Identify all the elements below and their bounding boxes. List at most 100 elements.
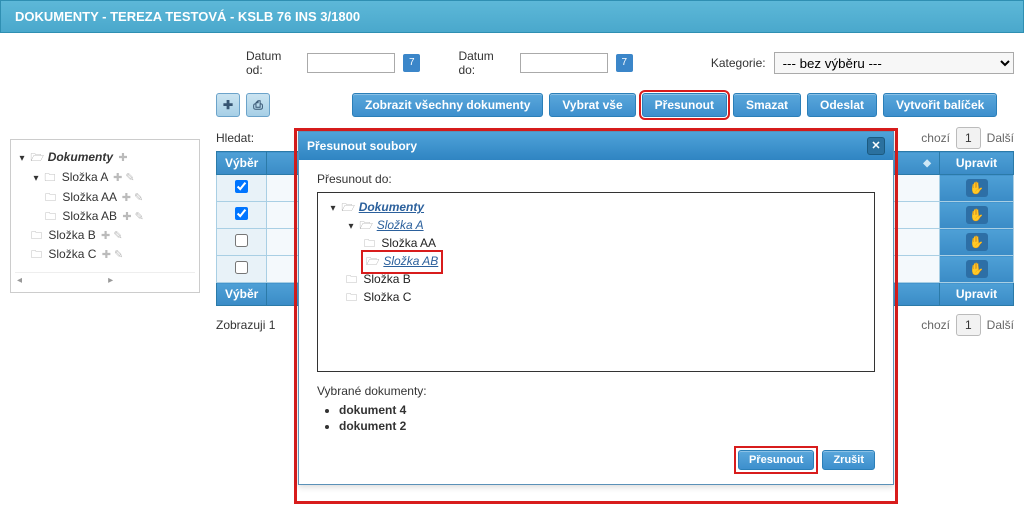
result-status: Zobrazuji 1	[216, 318, 275, 332]
chevron-down-icon[interactable]: ▾	[346, 218, 356, 235]
folder-open-icon: 🗁	[30, 149, 44, 167]
selected-doc-item: dokument 4	[339, 402, 875, 418]
dest-node-label[interactable]: Složka B	[363, 272, 410, 286]
filter-bar: Datum od: 7 Datum do: 7 Kategorie: --- b…	[216, 39, 1014, 91]
add-button[interactable]: ✚	[216, 93, 240, 117]
window-title: DOKUMENTY - TEREZA TESTOVÁ - KSLB 76 INS…	[15, 9, 360, 24]
col-vyber-header[interactable]: Výběr	[217, 152, 267, 175]
destination-label: Přesunout do:	[317, 172, 875, 186]
dialog-titlebar[interactable]: Přesunout soubory ✕	[299, 132, 893, 160]
chevron-down-icon[interactable]: ▾	[31, 170, 41, 188]
window-titlebar: DOKUMENTY - TEREZA TESTOVÁ - KSLB 76 INS…	[0, 0, 1024, 33]
toolbar: ✚ ⎙ Zobrazit všechny dokumenty Vybrat vš…	[216, 91, 1014, 127]
folder-icon: 🗀	[346, 272, 360, 289]
tree-node-root[interactable]: ▾ 🗁 Dokumenty ✚ ▾ 🗀 Složka A ✚ ✎ 🗀	[17, 148, 195, 264]
dest-node-a[interactable]: ▾ 🗁 Složka A 🗀 Složka AA 🗁	[346, 217, 866, 271]
pager-next[interactable]: Další	[987, 131, 1014, 145]
dest-node-aa[interactable]: 🗀 Složka AA	[364, 235, 866, 253]
destination-tree[interactable]: ▾ 🗁 Dokumenty ▾ 🗁 Složka A 🗀 Složka AA	[317, 192, 875, 372]
kategorie-select[interactable]: --- bez výběru ---	[774, 52, 1014, 74]
dest-node-root[interactable]: ▾ 🗁 Dokumenty ▾ 🗁 Složka A 🗀 Složka AA	[328, 199, 866, 307]
chevron-down-icon[interactable]: ▾	[328, 200, 338, 217]
tree-node-ab[interactable]: 🗀 Složka AB ✚ ✎	[45, 207, 195, 226]
tree-node-actions[interactable]: ✚ ✎	[122, 192, 144, 204]
folder-icon: 🗀	[44, 169, 58, 187]
send-button[interactable]: Odeslat	[807, 93, 877, 117]
tree-node-aa[interactable]: 🗀 Složka AA ✚ ✎	[45, 188, 195, 207]
dest-node-label[interactable]: Složka C	[363, 290, 411, 304]
folder-icon: 🗀	[31, 227, 45, 245]
folder-icon: 🗀	[364, 236, 378, 253]
dialog-footer: Přesunout Zrušit	[317, 450, 875, 470]
dest-node-label[interactable]: Složka A	[377, 218, 424, 232]
tree-node-actions[interactable]: ✚ ✎	[101, 230, 123, 242]
folder-icon: 🗀	[45, 208, 59, 226]
col-upravit-header[interactable]: Upravit	[940, 152, 1014, 175]
show-all-button[interactable]: Zobrazit všechny dokumenty	[352, 93, 543, 117]
upload-button[interactable]: ⎙	[246, 93, 270, 117]
folder-tree-sidebar: ▾ 🗁 Dokumenty ✚ ▾ 🗀 Složka A ✚ ✎ 🗀	[10, 139, 200, 293]
dialog-ok-button[interactable]: Přesunout	[738, 450, 814, 470]
pager-prev[interactable]: chozí	[921, 318, 950, 332]
dest-root-label[interactable]: Dokumenty	[359, 200, 424, 214]
pager-page-number[interactable]: 1	[956, 127, 981, 149]
calendar-icon[interactable]: 7	[403, 54, 420, 72]
tree-node-actions[interactable]: ✚	[118, 152, 127, 164]
tree-node-actions[interactable]: ✚ ✎	[102, 249, 124, 261]
selected-docs-list: dokument 4 dokument 2	[317, 398, 875, 434]
col-vyber-footer[interactable]: Výběr	[217, 283, 267, 306]
tree-node-b[interactable]: 🗀 Složka B ✚ ✎	[31, 226, 195, 245]
selected-docs-label: Vybrané dokumenty:	[317, 384, 875, 398]
pager-page-number[interactable]: 1	[956, 314, 981, 336]
sort-icon[interactable]: ◆	[923, 158, 931, 169]
dest-node-label[interactable]: Složka AA	[381, 236, 436, 250]
date-from-label: Datum od:	[246, 49, 299, 77]
selected-doc-item: dokument 2	[339, 418, 875, 434]
calendar-icon[interactable]: 7	[616, 54, 633, 72]
move-button[interactable]: Přesunout	[642, 93, 727, 117]
folder-open-icon: 🗁	[366, 254, 380, 271]
kategorie-label: Kategorie:	[711, 56, 766, 70]
date-from-input[interactable]	[307, 53, 395, 73]
search-label: Hledat:	[216, 131, 268, 145]
move-files-dialog: Přesunout soubory ✕ Přesunout do: ▾ 🗁 Do…	[298, 131, 894, 485]
date-to-input[interactable]	[520, 53, 608, 73]
col-upravit-footer[interactable]: Upravit	[940, 283, 1014, 306]
edit-icon[interactable]: ✋	[966, 233, 988, 251]
folder-icon: 🗀	[45, 189, 59, 207]
dest-node-c[interactable]: 🗀 Složka C	[346, 289, 866, 307]
folder-icon: 🗀	[346, 290, 360, 307]
delete-button[interactable]: Smazat	[733, 93, 801, 117]
dest-node-ab[interactable]: 🗁 Složka AB	[364, 253, 866, 271]
edit-icon[interactable]: ✋	[966, 179, 988, 197]
tree-node-label: Složka C	[48, 247, 96, 261]
tree-node-actions[interactable]: ✚ ✎	[122, 211, 144, 223]
dest-selected-label[interactable]: Složka AB	[383, 254, 438, 268]
row-checkbox[interactable]	[235, 180, 248, 193]
dialog-cancel-button[interactable]: Zrušit	[822, 450, 875, 470]
tree-node-c[interactable]: 🗀 Složka C ✚ ✎	[31, 245, 195, 264]
dest-node-b[interactable]: 🗀 Složka B	[346, 271, 866, 289]
chevron-down-icon[interactable]: ▾	[17, 150, 27, 168]
row-checkbox[interactable]	[235, 261, 248, 274]
sidebar-scrollbar[interactable]: ◂ ▸	[15, 272, 195, 288]
folder-open-icon: 🗁	[341, 200, 355, 217]
create-package-button[interactable]: Vytvořit balíček	[883, 93, 997, 117]
tree-node-label: Složka AA	[62, 190, 116, 204]
tree-node-a[interactable]: ▾ 🗀 Složka A ✚ ✎ 🗀 Složka AA ✚ ✎	[31, 168, 195, 226]
row-checkbox[interactable]	[235, 234, 248, 247]
tree-root-label: Dokumenty	[48, 150, 113, 164]
tree-node-label: Složka AB	[62, 209, 117, 223]
pager-next[interactable]: Další	[987, 318, 1014, 332]
row-checkbox[interactable]	[235, 207, 248, 220]
edit-icon[interactable]: ✋	[966, 260, 988, 278]
tree-node-actions[interactable]: ✚ ✎	[113, 172, 135, 184]
dialog-title: Přesunout soubory	[307, 139, 417, 153]
tree-node-label: Složka B	[48, 228, 95, 242]
pager-prev[interactable]: chozí	[921, 131, 950, 145]
folder-icon: 🗀	[31, 246, 45, 264]
close-icon[interactable]: ✕	[867, 137, 885, 155]
edit-icon[interactable]: ✋	[966, 206, 988, 224]
folder-open-icon: 🗁	[359, 218, 373, 235]
select-all-button[interactable]: Vybrat vše	[549, 93, 635, 117]
